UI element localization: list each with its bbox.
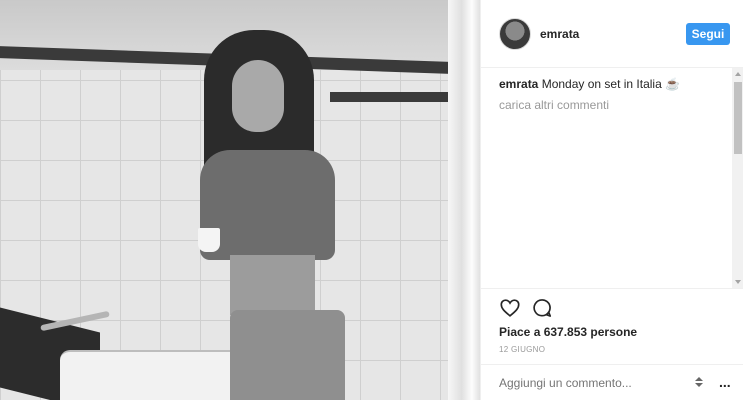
heart-icon[interactable] bbox=[499, 297, 521, 319]
subject-shirt bbox=[200, 150, 335, 260]
shower-curtain bbox=[448, 0, 480, 400]
caption-text: Monday on set in Italia ☕ bbox=[541, 77, 681, 91]
post-photo[interactable] bbox=[0, 0, 480, 400]
scroll-down-icon[interactable] bbox=[735, 280, 741, 284]
add-comment-bar: ... bbox=[481, 364, 743, 400]
post-date[interactable]: 12 GIUGNO bbox=[499, 345, 545, 354]
resize-stepper[interactable] bbox=[692, 374, 706, 390]
post-side-panel: emrata Segui emrata Monday on set in Ita… bbox=[480, 0, 743, 400]
comments-section: emrata Monday on set in Italia ☕ carica … bbox=[499, 76, 719, 112]
caption-username[interactable]: emrata bbox=[499, 77, 538, 91]
post-actions: Piace a 637.853 persone 12 GIUGNO bbox=[481, 288, 743, 368]
subject-torso bbox=[230, 255, 315, 315]
scroll-up-icon[interactable] bbox=[735, 72, 741, 76]
subject-jeans bbox=[230, 310, 345, 400]
subject-face bbox=[232, 60, 284, 132]
comment-icon[interactable] bbox=[531, 297, 553, 319]
add-comment-input[interactable] bbox=[499, 375, 679, 391]
post-header: emrata Segui bbox=[481, 0, 743, 68]
caption: emrata Monday on set in Italia ☕ bbox=[499, 76, 719, 92]
load-more-comments-link[interactable]: carica altri commenti bbox=[499, 98, 719, 112]
avatar[interactable] bbox=[499, 18, 531, 50]
more-options-icon[interactable]: ... bbox=[719, 375, 731, 389]
stepper-up-icon[interactable] bbox=[695, 377, 703, 381]
scrollbar-thumb[interactable] bbox=[734, 82, 742, 154]
follow-button[interactable]: Segui bbox=[686, 23, 730, 45]
comments-scrollbar[interactable] bbox=[732, 68, 743, 288]
likes-count[interactable]: Piace a 637.853 persone bbox=[499, 325, 637, 339]
username[interactable]: emrata bbox=[540, 27, 579, 41]
stepper-down-icon[interactable] bbox=[695, 383, 703, 387]
photo-subject bbox=[190, 30, 350, 400]
coffee-cup bbox=[198, 228, 220, 252]
